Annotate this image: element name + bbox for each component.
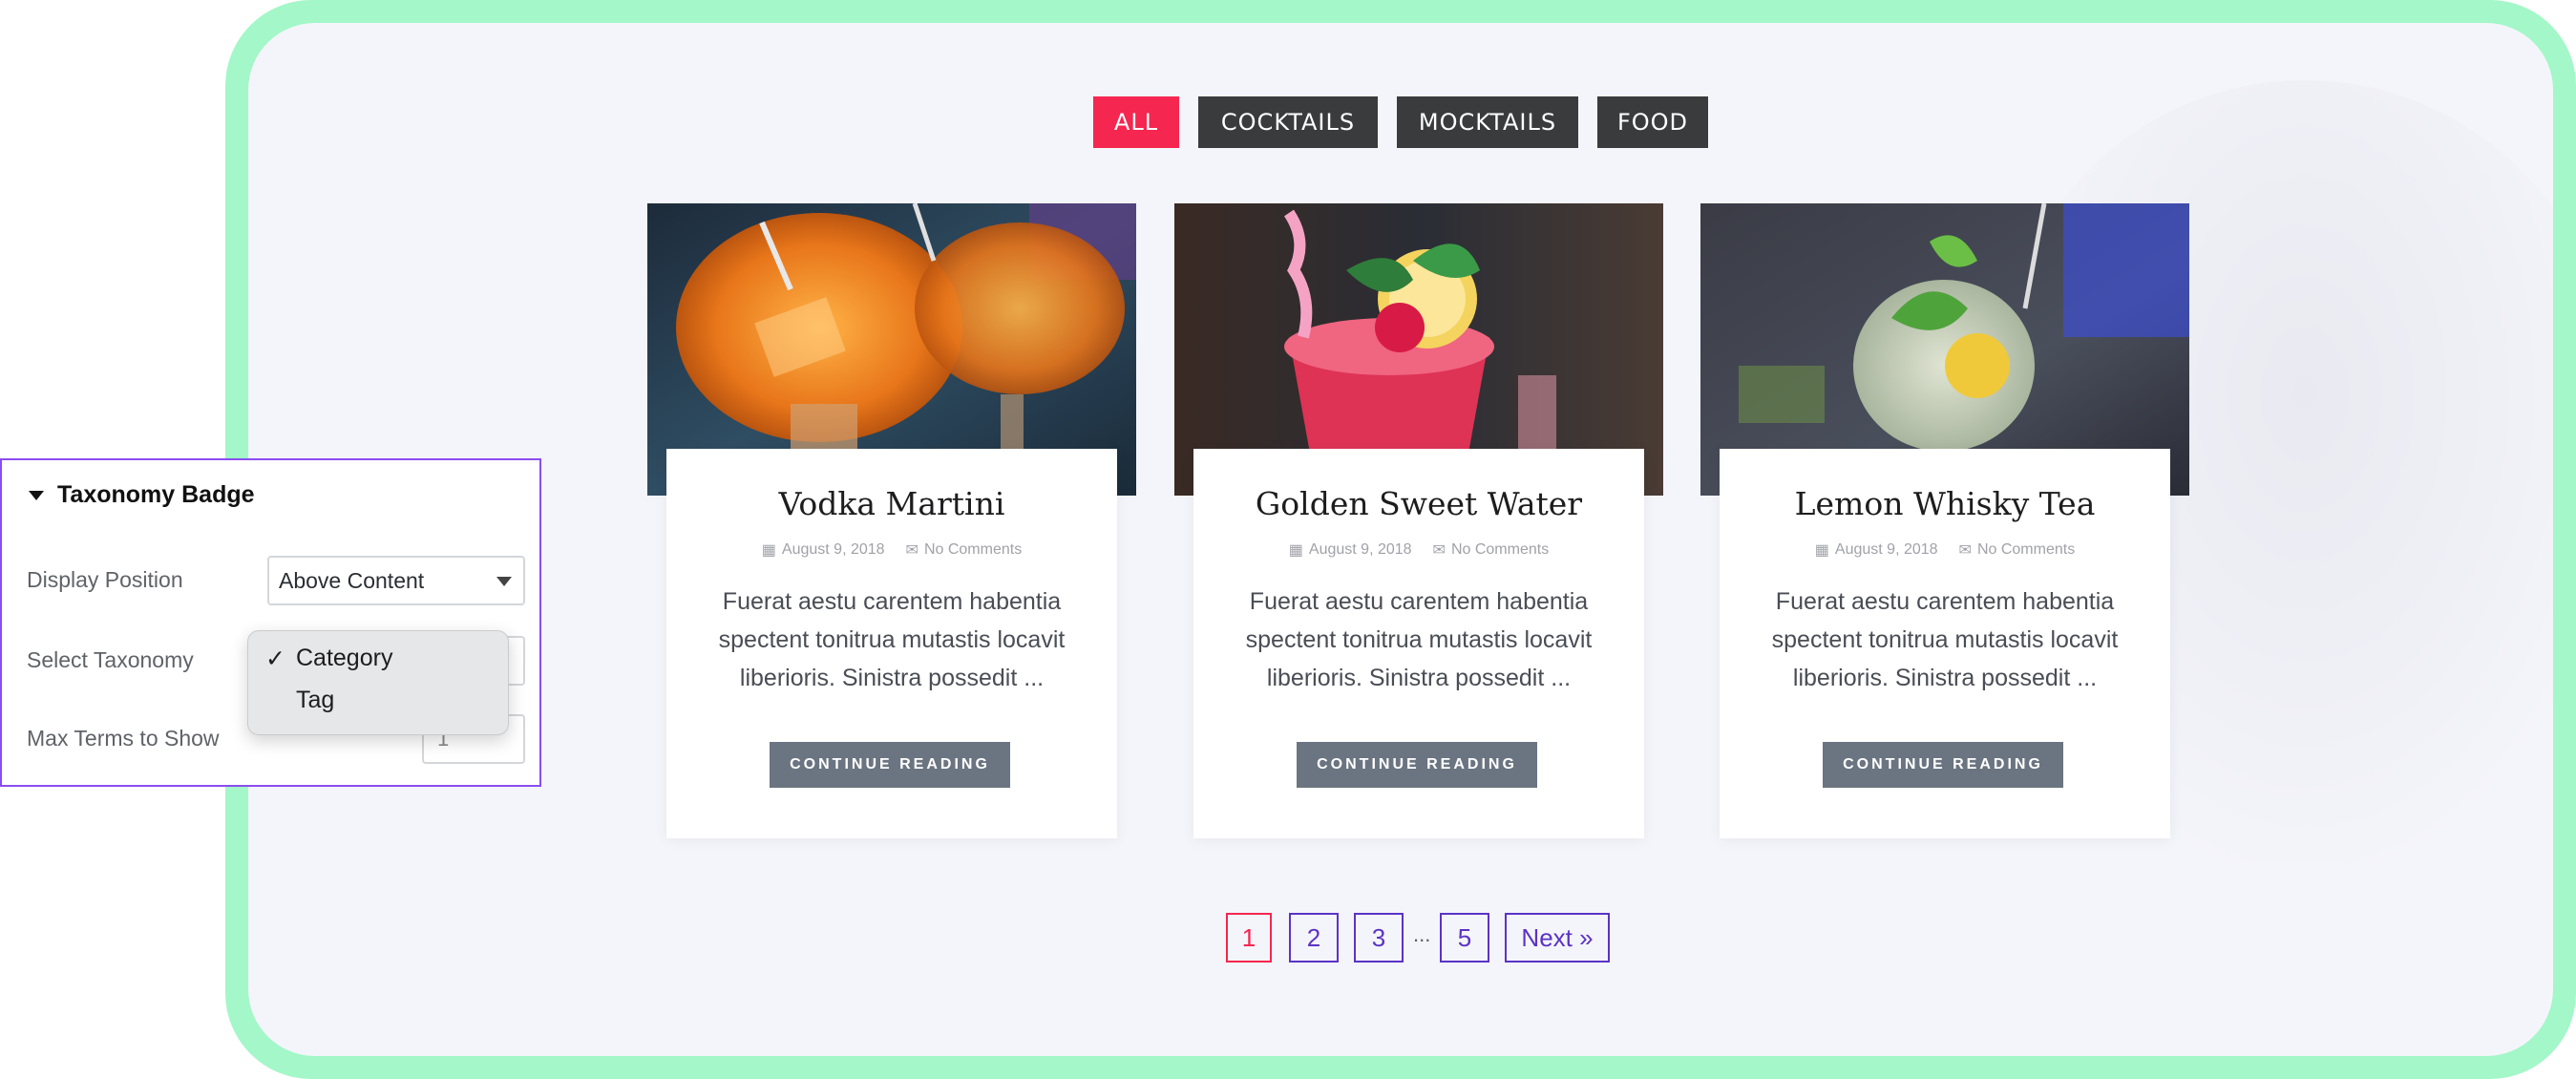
post-card-body: Golden Sweet Water ▦ August 9, 2018 ✉ No C… xyxy=(1193,449,1644,838)
checkmark-icon: ✓ xyxy=(265,645,285,672)
post-comments-link[interactable]: No Comments xyxy=(1977,541,2075,559)
filter-mocktails-button[interactable]: MOCKTAILS xyxy=(1397,96,1578,148)
collapse-caret-icon xyxy=(29,490,44,500)
post-title[interactable]: Vodka Martini xyxy=(666,485,1117,522)
display-position-label: Display Position xyxy=(27,567,183,592)
blog-canvas: ALL COCKTAILS MOCKTAILS FOOD Vodka Marti… xyxy=(248,23,2553,1056)
post-title[interactable]: Golden Sweet Water xyxy=(1193,485,1644,522)
post-date: August 9, 2018 xyxy=(1308,541,1412,558)
page-2-link[interactable]: 2 xyxy=(1289,913,1339,963)
taxonomy-option-tag[interactable]: Tag xyxy=(296,687,334,714)
continue-reading-button[interactable]: CONTINUE READING xyxy=(770,742,1010,788)
panel-header[interactable]: Taxonomy Badge xyxy=(29,481,255,509)
calendar-icon: ▦ xyxy=(761,542,776,559)
panel-title: Taxonomy Badge xyxy=(57,481,255,508)
post-card-body: Vodka Martini ▦ August 9, 2018 ✉ No Commen… xyxy=(666,449,1117,838)
showcase-frame: ALL COCKTAILS MOCKTAILS FOOD Vodka Marti… xyxy=(225,0,2576,1079)
post-card: Lemon Whisky Tea ▦ August 9, 2018 ✉ No Com… xyxy=(1700,203,2189,839)
comments-icon: ✉ xyxy=(1958,542,1972,559)
post-meta: ▦ August 9, 2018 ✉ No Comments xyxy=(1193,540,1644,560)
chevron-down-icon xyxy=(496,577,512,586)
calendar-icon: ▦ xyxy=(1288,542,1303,559)
post-title[interactable]: Lemon Whisky Tea xyxy=(1720,485,2170,522)
continue-reading-button[interactable]: CONTINUE READING xyxy=(1823,742,2063,788)
page-5-link[interactable]: 5 xyxy=(1440,913,1489,963)
taxonomy-option-category[interactable]: Category xyxy=(296,645,392,672)
post-meta: ▦ August 9, 2018 ✉ No Comments xyxy=(1720,540,2170,560)
page-1-link[interactable]: 1 xyxy=(1226,913,1272,963)
post-excerpt: Fuerat aestu carentem habentia spectent … xyxy=(1771,588,2119,691)
post-date: August 9, 2018 xyxy=(781,541,885,558)
post-excerpt: Fuerat aestu carentem habentia spectent … xyxy=(718,588,1066,691)
continue-reading-button[interactable]: CONTINUE READING xyxy=(1297,742,1537,788)
filter-all-button[interactable]: ALL xyxy=(1093,96,1179,148)
filter-cocktails-button[interactable]: COCKTAILS xyxy=(1198,96,1378,148)
pagination-ellipsis: ... xyxy=(1413,922,1431,946)
page-3-link[interactable]: 3 xyxy=(1354,913,1404,963)
max-terms-label: Max Terms to Show xyxy=(27,726,220,751)
post-excerpt: Fuerat aestu carentem habentia spectent … xyxy=(1245,588,1593,691)
next-page-link[interactable]: Next » xyxy=(1505,913,1610,963)
post-card: Golden Sweet Water ▦ August 9, 2018 ✉ No C… xyxy=(1174,203,1663,839)
select-taxonomy-label: Select Taxonomy xyxy=(27,647,194,672)
post-date: August 9, 2018 xyxy=(1834,541,1938,558)
display-position-select[interactable]: Above Content xyxy=(267,556,525,605)
post-card: Vodka Martini ▦ August 9, 2018 ✉ No Commen… xyxy=(647,203,1136,839)
post-comments-link[interactable]: No Comments xyxy=(1451,541,1549,559)
display-position-value: Above Content xyxy=(279,567,425,593)
comments-icon: ✉ xyxy=(905,542,918,559)
post-card-body: Lemon Whisky Tea ▦ August 9, 2018 ✉ No Com… xyxy=(1720,449,2170,838)
filter-food-button[interactable]: FOOD xyxy=(1597,96,1708,148)
post-comments-link[interactable]: No Comments xyxy=(924,541,1022,559)
comments-icon: ✉ xyxy=(1432,542,1446,559)
post-meta: ▦ August 9, 2018 ✉ No Comments xyxy=(666,540,1117,560)
taxonomy-badge-panel: Taxonomy Badge Display Position Above Co… xyxy=(0,458,541,787)
pagination: 1 2 3 ... 5 Next » xyxy=(248,913,2553,963)
category-filter-bar: ALL COCKTAILS MOCKTAILS FOOD xyxy=(248,96,2553,148)
taxonomy-dropdown-menu: ✓ Category Tag xyxy=(247,630,509,735)
calendar-icon: ▦ xyxy=(1814,542,1829,559)
